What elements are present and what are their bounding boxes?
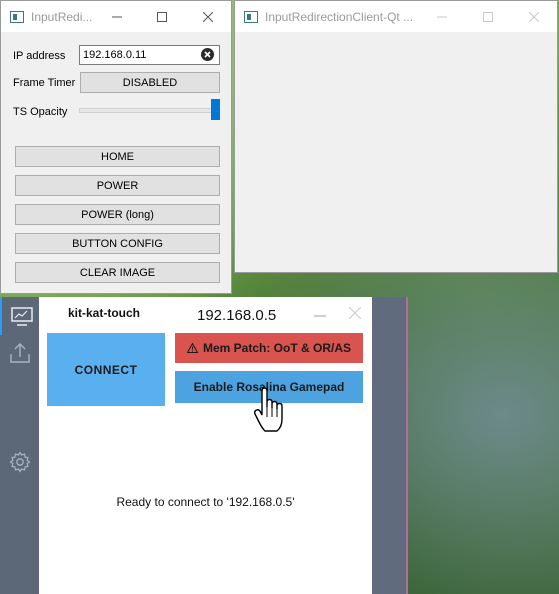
minimize-button[interactable] [419, 1, 464, 32]
main-window-titlebar[interactable]: InputRedi... [1, 1, 231, 32]
close-button[interactable] [185, 1, 230, 32]
close-icon[interactable] [349, 307, 361, 319]
ts-opacity-label: TS Opacity [13, 106, 68, 118]
app-name: kit-kat-touch [68, 306, 140, 320]
slider-handle[interactable] [211, 99, 220, 120]
minimize-icon [436, 16, 447, 17]
maximize-button[interactable] [465, 1, 510, 32]
status-text: Ready to connect to '192.168.0.5' [116, 495, 295, 509]
power-button[interactable]: POWER [15, 175, 220, 196]
hand-cursor-icon [254, 387, 283, 432]
maximize-button[interactable] [139, 1, 184, 32]
connect-button[interactable]: CONNECT [47, 333, 165, 406]
ts-opacity-slider[interactable] [79, 99, 220, 121]
main-window: InputRedi... IP address 192.168.0.11 Fra… [0, 0, 232, 294]
app-icon [244, 10, 258, 23]
gear-icon [9, 451, 31, 473]
window-title: InputRedi... [31, 9, 93, 24]
qt-window-titlebar[interactable]: InputRedirectionClient-Qt ... [235, 1, 557, 32]
frame-timer-label: Frame Timer [13, 77, 76, 89]
button-config-button[interactable]: BUTTON CONFIG [15, 233, 220, 254]
mem-patch-label: Mem Patch: OoT & OR/AS [202, 341, 351, 355]
home-button[interactable]: HOME [15, 146, 220, 167]
right-panel [372, 297, 408, 594]
sidebar-item-settings[interactable] [0, 447, 39, 477]
window-title: InputRedirectionClient-Qt ... [265, 9, 414, 24]
minimize-button[interactable] [314, 315, 326, 317]
monitor-icon [11, 307, 33, 326]
frame-timer-button[interactable]: DISABLED [80, 72, 220, 93]
warning-icon [186, 343, 198, 353]
clear-input-icon[interactable] [201, 48, 214, 61]
window-border [406, 297, 408, 594]
close-icon [528, 11, 539, 22]
minimize-button[interactable] [94, 1, 139, 32]
slider-track [79, 108, 220, 113]
ip-display: 192.168.0.5 [197, 307, 277, 324]
connect-label: CONNECT [74, 362, 138, 377]
ip-address-input[interactable]: 192.168.0.11 [79, 45, 220, 65]
maximize-icon [482, 11, 493, 22]
app-icon [10, 10, 24, 23]
sidebar-item-upload[interactable] [0, 337, 39, 367]
mem-patch-button[interactable]: Mem Patch: OoT & OR/AS [175, 333, 363, 363]
maximize-icon [156, 11, 167, 22]
close-icon [202, 11, 213, 22]
power-long-button[interactable]: POWER (long) [15, 204, 220, 225]
ip-address-label: IP address [13, 50, 66, 62]
minimize-icon [111, 16, 122, 17]
clear-image-button[interactable]: CLEAR IMAGE [15, 262, 220, 283]
sidebar [0, 297, 39, 594]
ip-address-value: 192.168.0.11 [83, 49, 147, 61]
upload-icon [10, 343, 30, 363]
close-button[interactable] [511, 1, 556, 32]
main-content: kit-kat-touch 192.168.0.5 CONNECT Mem Pa… [39, 297, 372, 594]
sidebar-item-monitor[interactable] [0, 297, 39, 335]
qt-window: InputRedirectionClient-Qt ... [234, 0, 558, 273]
kit-kat-touch-window: kit-kat-touch 192.168.0.5 CONNECT Mem Pa… [0, 297, 408, 594]
